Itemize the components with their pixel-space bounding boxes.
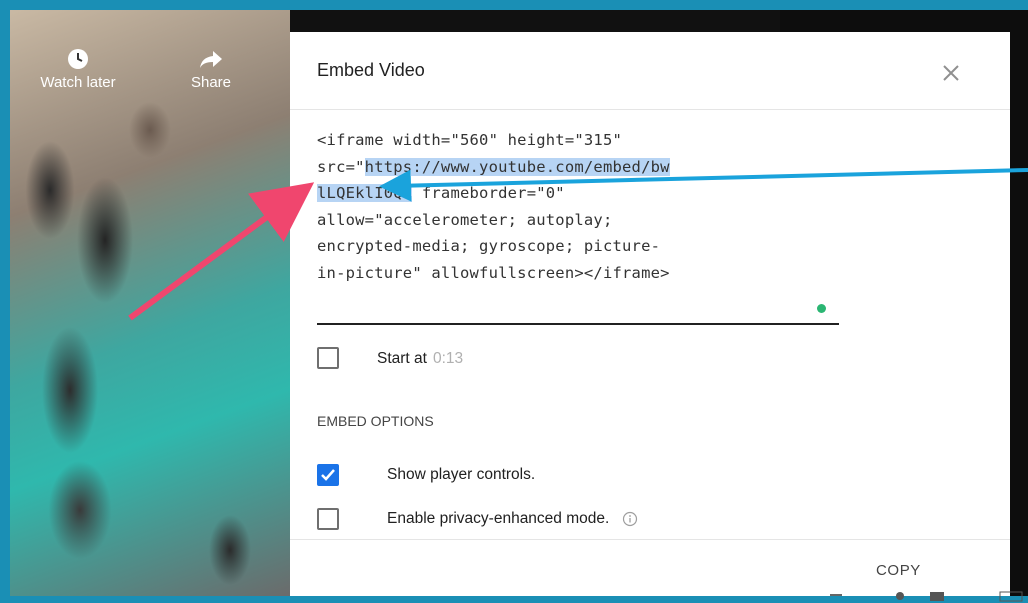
code-line: encrypted-media; gyroscope; picture- [317,233,847,260]
start-at-checkbox[interactable] [317,347,339,369]
close-icon[interactable] [938,60,964,86]
show-player-controls-checkbox[interactable] [317,464,339,486]
watch-later-button[interactable]: Watch later [18,48,138,91]
taskbar-icons [830,591,1023,602]
code-line: in-picture" allowfullscreen></iframe> [317,260,847,287]
code-line: <iframe width="560" height="315" [317,127,847,154]
start-at-time[interactable]: 0:13 [433,350,463,367]
code-text: frameborder="0" [412,184,565,202]
copy-button[interactable]: COPY [876,562,921,579]
code-text: src=" [317,157,365,176]
selected-code-text: https://www.youtube.com/embed/bw [364,157,670,176]
selected-code-text: lLQEklI0Q" [317,184,413,202]
code-text: <iframe width="560" height="315" [317,131,623,149]
watch-later-label: Watch later [40,74,116,91]
code-line: lLQEklI0Q" frameborder="0" [317,180,847,207]
dialog-title: Embed Video [317,60,425,80]
code-text: allow="accelerometer; autoplay; [317,210,613,229]
share-button[interactable]: Share [178,48,244,91]
privacy-mode-row: Enable privacy-enhanced mode. [387,510,638,528]
privacy-mode-label: Enable privacy-enhanced mode. [387,510,610,527]
code-underline [317,323,839,325]
video-thumbnail [10,10,290,596]
info-icon[interactable] [622,511,638,527]
footer-divider [290,539,1010,540]
embed-video-dialog: Embed Video <iframe width="560" height="… [290,32,1010,596]
embed-code-textarea[interactable]: <iframe width="560" height="315" src="htt… [317,127,847,286]
share-arrow-icon [200,51,222,68]
code-text: encrypted-media; gyroscope; picture- [317,237,661,255]
code-line: src="https://www.youtube.com/embed/bw [317,154,847,181]
start-at-row: Start at 0:13 [377,350,463,368]
code-text: in-picture" allowfullscreen></iframe> [317,263,670,282]
embed-options-heading: EMBED OPTIONS [317,413,434,429]
start-at-label: Start at [377,350,427,367]
video-frame: Watch later Share Embed Video <iframe wi… [10,10,1028,596]
checkmark-icon [321,469,335,481]
header-divider [290,109,1010,110]
privacy-mode-checkbox[interactable] [317,508,339,530]
code-line: allow="accelerometer; autoplay; [317,207,847,234]
show-player-controls-label: Show player controls. [387,466,536,483]
share-label: Share [190,74,232,91]
clock-icon [68,49,88,69]
status-dot [817,304,826,313]
